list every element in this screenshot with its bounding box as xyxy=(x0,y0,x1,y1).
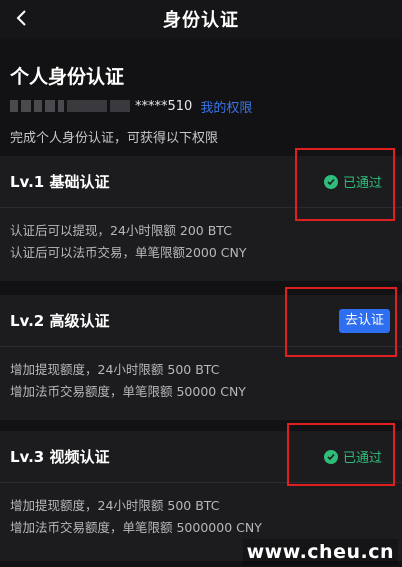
masked-account-blur xyxy=(10,99,133,113)
card-lv1-title: Lv.1 基础认证 xyxy=(10,173,110,191)
masked-account-id: *****510 xyxy=(135,98,193,114)
card-lv3-body: 增加提现额度，24小时限额 500 BTC 增加法币交易额度，单笔限额 5000… xyxy=(0,483,402,539)
top-bar: 身份认证 xyxy=(0,0,402,38)
card-lv3-line-2: 增加法币交易额度，单笔限额 5000000 CNY xyxy=(10,520,262,535)
verification-hint: 完成个人身份认证，可获得以下权限 xyxy=(10,131,219,146)
watermark: www.cheu.cn xyxy=(242,539,398,565)
card-lv2-line-2: 增加法币交易额度，单笔限额 50000 CNY xyxy=(10,384,246,399)
card-lv2-line-1: 增加提现额度，24小时限额 500 BTC xyxy=(10,362,220,377)
highlight-box-lv1 xyxy=(295,148,395,221)
highlight-box-lv3 xyxy=(287,423,395,486)
page-title: 个人身份认证 xyxy=(10,66,125,88)
back-button[interactable] xyxy=(10,6,34,30)
card-lv1-line-1: 认证后可以提现，24小时限额 200 BTC xyxy=(10,223,232,238)
account-id-row: *****510 我的权限 xyxy=(10,96,392,116)
highlight-box-lv2 xyxy=(285,287,397,357)
chevron-left-icon xyxy=(16,10,26,26)
card-lv3-line-1: 增加提现额度，24小时限额 500 BTC xyxy=(10,498,220,513)
card-lv2-title: Lv.2 高级认证 xyxy=(10,312,110,330)
page-header-title: 身份认证 xyxy=(163,10,239,31)
card-lv3-title: Lv.3 视频认证 xyxy=(10,448,110,466)
my-rights-link[interactable]: 我的权限 xyxy=(200,97,252,116)
card-lv1-line-2: 认证后可以法币交易，单笔限额2000 CNY xyxy=(10,245,247,260)
personal-section: 个人身份认证 *****510 我的权限 完成个人身份认证，可获得以下权限 xyxy=(0,38,402,148)
